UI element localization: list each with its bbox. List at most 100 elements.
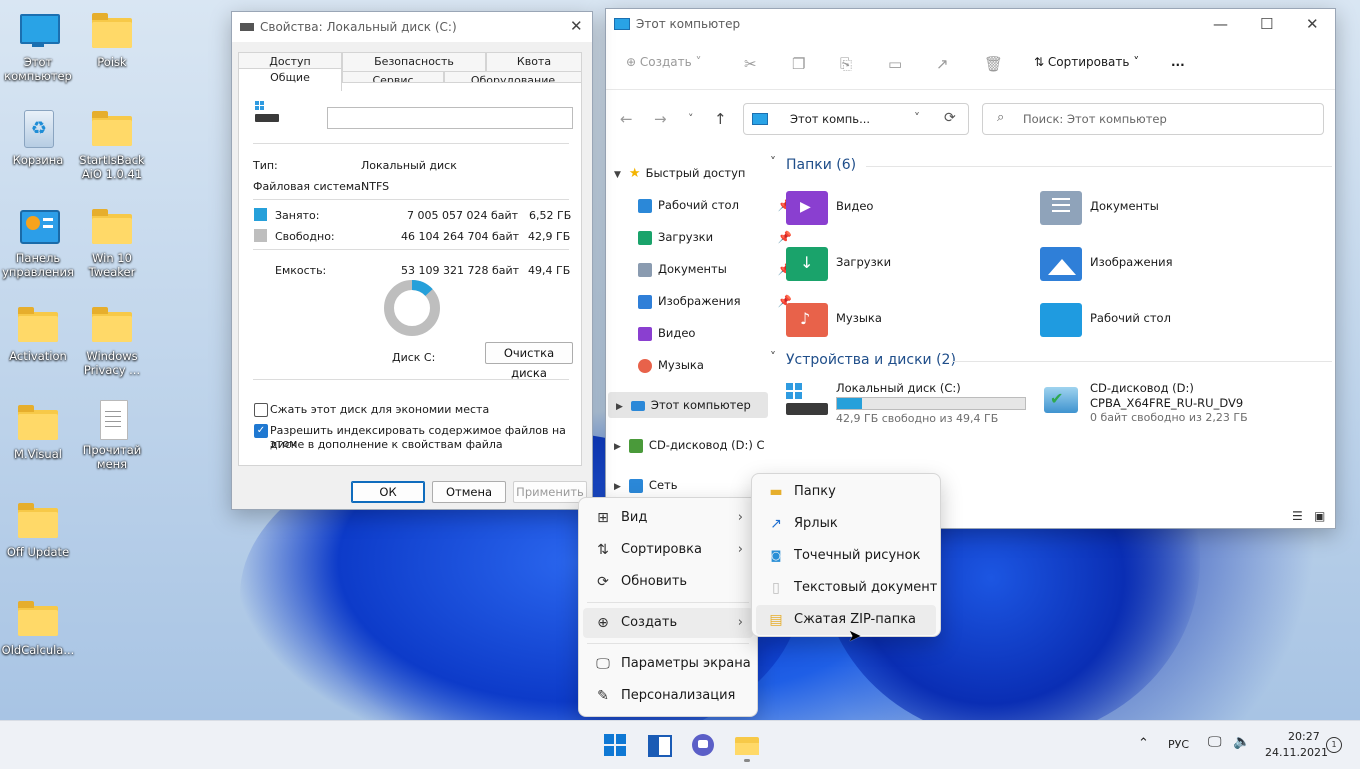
folder-desktop[interactable]: Рабочий стол (1040, 301, 1260, 341)
desktop-icon-activation[interactable]: Activation (0, 306, 76, 363)
desktop-icon-startisback[interactable]: StartIsBack AiO 1.0.41 (74, 110, 150, 181)
create-button[interactable]: ⊕ Создать ˅ (626, 55, 702, 69)
compress-checkbox[interactable] (254, 403, 268, 417)
tiles-view-icon[interactable]: ▣ (1314, 509, 1325, 523)
close-button[interactable]: ✕ (570, 17, 583, 35)
sort-icon: ⇅ (597, 542, 609, 558)
pictures-folder-icon (1040, 247, 1082, 281)
sort-button[interactable]: ⇅ Сортировать ˅ (1034, 55, 1139, 69)
start-button[interactable] (603, 733, 627, 757)
clock-time[interactable]: 20:27 (1288, 730, 1320, 743)
computer-icon (614, 18, 630, 30)
cut-button[interactable]: ✂ (744, 55, 757, 73)
delete-button[interactable]: 🗑 (984, 55, 1003, 73)
paste-button[interactable]: ⎘ (840, 55, 852, 73)
forward-button[interactable]: → (654, 110, 667, 128)
tab-quota[interactable]: Квота (486, 52, 582, 72)
rename-button[interactable]: ▭ (888, 55, 902, 73)
close-button[interactable]: ✕ (1306, 15, 1319, 33)
menu-item-create[interactable]: ⊕ Создать › (583, 608, 753, 638)
submenu-item-folder[interactable]: ▬ Папку (756, 477, 936, 507)
up-button[interactable]: ↑ (714, 110, 727, 128)
file-explorer-taskbar-button[interactable] (735, 733, 759, 762)
type-value: Локальный диск (361, 159, 457, 172)
search-box[interactable]: ⌕ Поиск: Этот компьютер (982, 103, 1324, 135)
drive-c[interactable]: Локальный диск (C:) 42,9 ГБ свободно из … (786, 381, 1026, 427)
menu-item-refresh[interactable]: ⟳ Обновить (583, 567, 753, 597)
recent-dropdown[interactable]: ˅ (688, 112, 694, 125)
submenu-item-bitmap[interactable]: ◙ Точечный рисунок (756, 541, 936, 571)
address-bar[interactable]: Этот компь... ˅ ⟳ (743, 103, 969, 135)
disk-cleanup-button[interactable]: Очистка диска (485, 342, 573, 380)
drive-name-input[interactable] (327, 107, 573, 129)
menu-item-personalize[interactable]: ✎ Персонализация (583, 681, 753, 711)
free-swatch (254, 229, 267, 242)
music-icon (638, 358, 652, 373)
desktop-icon-oldcalculator[interactable]: OldCalcula... (0, 600, 76, 657)
apply-button[interactable]: Применить (513, 481, 587, 503)
desktop-icon-recycle-bin[interactable]: ♻ Корзина (0, 110, 76, 167)
desktop-icon-this-pc[interactable]: Этот компьютер (0, 12, 76, 83)
nav-cd-drive[interactable]: ▶ CD-дисковод (D:) C (606, 432, 772, 458)
details-view-icon[interactable]: ☰ (1292, 509, 1303, 523)
share-button[interactable]: ↗ (936, 55, 949, 73)
folder-documents[interactable]: Документы (1040, 189, 1260, 229)
input-language[interactable]: РУС (1168, 738, 1189, 751)
create-submenu: ▬ Папку ↗ Ярлык ◙ Точечный рисунок ▯ Текстов… (751, 473, 941, 637)
compress-label: Сжать этот диск для экономии места (270, 403, 490, 416)
chevron-down-icon[interactable]: ˅ (770, 350, 776, 364)
network-icon[interactable]: 🖵 (1208, 734, 1222, 750)
minimize-button[interactable]: — (1213, 15, 1228, 33)
desktop-icon-control-panel[interactable]: Панель управления (0, 208, 76, 279)
drive-d[interactable]: ✔ CD-дисковод (D:) CPBA_X64FRE_RU-RU_DV9… (1040, 381, 1300, 427)
notification-icon[interactable]: 1 (1326, 737, 1342, 753)
star-icon: ★ (628, 166, 641, 181)
drives-header[interactable]: Устройства и диски (2) (786, 352, 956, 368)
more-button[interactable]: ... (1171, 55, 1185, 69)
folders-header[interactable]: Папки (6) (786, 157, 856, 173)
back-button[interactable]: ← (620, 110, 633, 128)
desktop-icon-win10-tweaker[interactable]: Win 10 Tweaker (74, 208, 150, 279)
desktop-icon-poisk[interactable]: Poisk (74, 12, 150, 69)
properties-titlebar[interactable]: Свойства: Локальный диск (C:) (232, 12, 592, 42)
chat-button[interactable] (691, 733, 715, 757)
menu-item-view[interactable]: ⊞ Вид › (583, 503, 753, 533)
chevron-down-icon[interactable]: ˅ (914, 111, 920, 125)
index-checkbox[interactable]: ✓ (254, 424, 268, 438)
clock-date[interactable]: 24.11.2021 (1265, 746, 1328, 759)
fs-value: NTFS (361, 180, 390, 193)
trash-icon: 🗑 (984, 55, 1004, 73)
cancel-button[interactable]: Отмена (432, 481, 506, 503)
submenu-item-text-document[interactable]: ▯ Текстовый документ (756, 573, 937, 603)
desktop-icon-mvisual[interactable]: M.Visual (0, 404, 76, 461)
grid-icon: ⊞ (597, 510, 609, 526)
refresh-icon[interactable]: ⟳ (944, 110, 956, 126)
nav-network[interactable]: ▶ Сеть (606, 472, 772, 498)
task-view-icon (648, 735, 672, 757)
folder-pictures[interactable]: Изображения (1040, 245, 1260, 285)
maximize-button[interactable]: ☐ (1260, 15, 1273, 33)
desktop-icon-windows-privacy[interactable]: Windows Privacy ... (74, 306, 150, 377)
tab-general[interactable]: Общие (238, 68, 342, 91)
folder-downloads[interactable]: ↓ Загрузки (786, 245, 1006, 285)
ok-button[interactable]: ОК (351, 481, 425, 503)
submenu-item-zip[interactable]: ▤ Сжатая ZIP-папка (756, 605, 936, 635)
chevron-up-icon[interactable]: ⌃ (1138, 736, 1149, 751)
folder-icon (92, 209, 132, 244)
volume-icon[interactable]: 🔈 (1233, 734, 1250, 750)
general-panel: Тип: Локальный диск Файловая система: NT… (238, 82, 582, 466)
folder-music[interactable]: ♪ Музыка (786, 301, 1006, 341)
desktop-icon-off-update[interactable]: Off Update (0, 502, 76, 559)
nav-quick-access[interactable]: ▼ ★ Быстрый доступ (606, 160, 772, 186)
task-view-button[interactable] (647, 733, 672, 757)
capacity-label: Емкость: (275, 264, 327, 277)
tab-security[interactable]: Безопасность (342, 52, 486, 72)
menu-item-display-settings[interactable]: 🖵 Параметры экрана (583, 649, 753, 679)
submenu-item-shortcut[interactable]: ↗ Ярлык (756, 509, 936, 539)
desktop-icon-readme[interactable]: Прочитай меня (74, 400, 150, 471)
copy-button[interactable]: ❐ (792, 55, 805, 73)
menu-item-sort[interactable]: ⇅ Сортировка › (583, 535, 753, 565)
chevron-down-icon[interactable]: ˅ (770, 155, 776, 169)
nav-this-pc[interactable]: ▶ Этот компьютер (608, 392, 768, 418)
folder-videos[interactable]: ▶ Видео (786, 189, 1006, 229)
